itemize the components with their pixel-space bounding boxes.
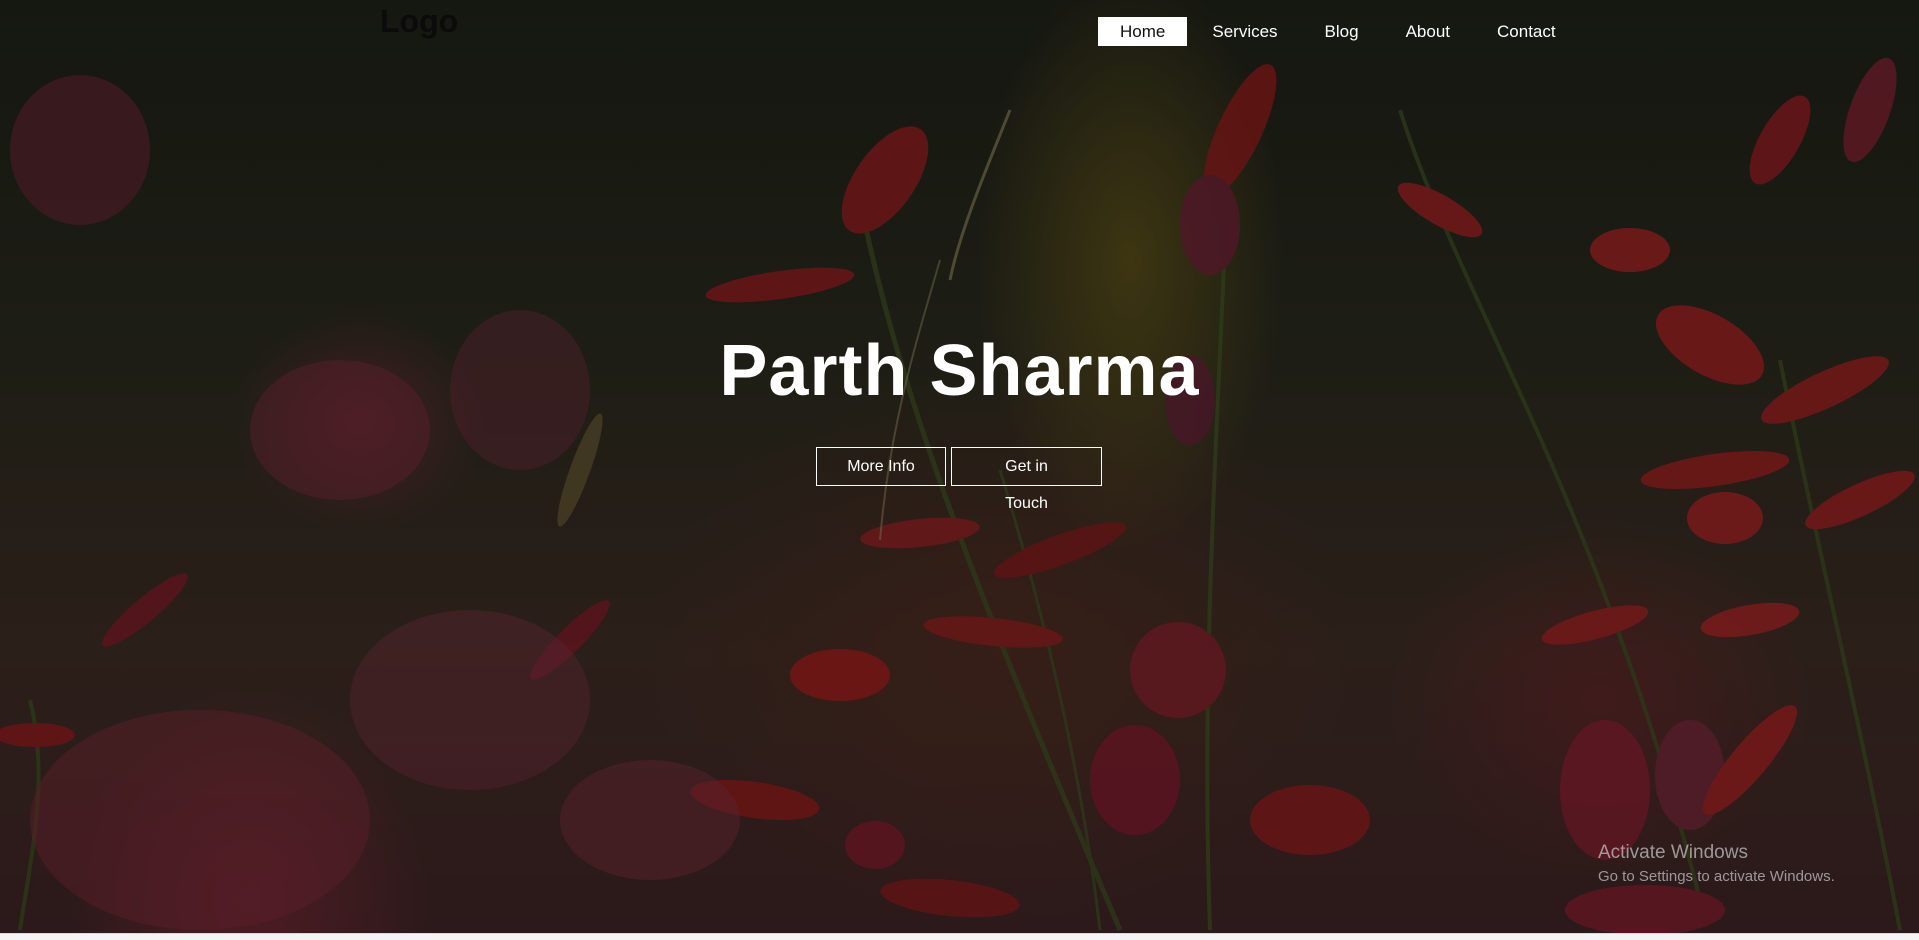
nav-item-contact[interactable]: Contact	[1475, 17, 1578, 46]
get-in-touch-button[interactable]: Get in Touch	[951, 447, 1102, 512]
site-logo[interactable]: Logo	[380, 3, 458, 40]
activate-windows-subtitle: Go to Settings to activate Windows.	[1598, 868, 1835, 885]
hero-title: Parth Sharma	[719, 331, 1200, 411]
activate-windows-title: Activate Windows	[1598, 842, 1748, 863]
activate-windows-watermark: Activate Windows Go to Settings to activ…	[1598, 842, 1835, 885]
nav-item-home[interactable]: Home	[1098, 17, 1188, 46]
hero-buttons: More Info Get in Touch	[816, 447, 1102, 512]
more-info-button[interactable]: More Info	[816, 447, 946, 486]
nav-item-blog[interactable]: Blog	[1303, 17, 1381, 46]
nav-item-about[interactable]: About	[1384, 17, 1472, 46]
nav-item-services[interactable]: Services	[1190, 17, 1299, 46]
main-nav: Home Services Blog About Contact	[1098, 17, 1581, 46]
